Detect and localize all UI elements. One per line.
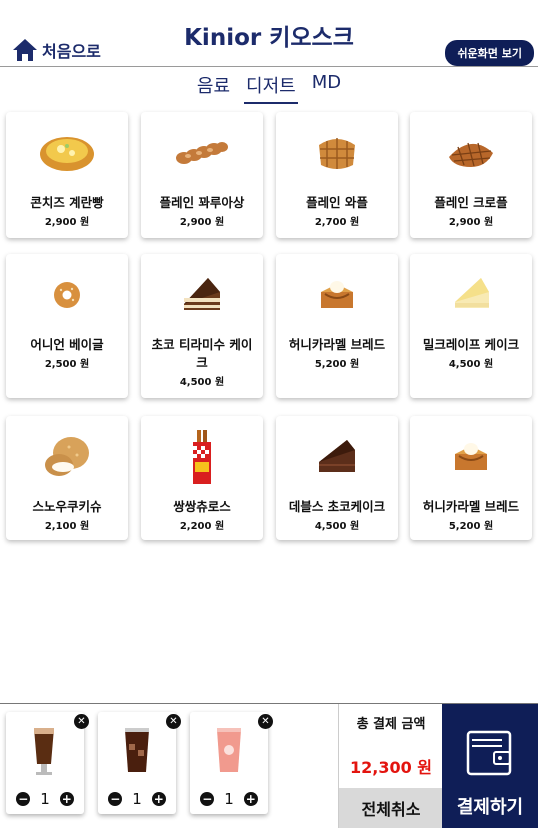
product-card[interactable]: 쌍쌍츄로스 2,200 원 (141, 416, 263, 540)
increase-button[interactable]: + (151, 792, 166, 806)
twist-pastry-icon (141, 112, 263, 194)
product-card[interactable]: 허니카라멜 브레드 5,200 원 (276, 254, 398, 398)
tab-dessert[interactable]: 디저트 (244, 70, 298, 104)
product-card[interactable]: 어니언 베이글 2,500 원 (6, 254, 128, 398)
easy-view-button[interactable]: 쉬운화면 보기 (445, 40, 534, 66)
product-price: 4,500 원 (179, 377, 225, 388)
cancel-all-button[interactable]: 전체취소 (339, 788, 443, 828)
total-summary: 총 결제 금액 12,300 원 전체취소 (338, 704, 443, 828)
product-price: 4,500 원 (448, 359, 494, 370)
decrease-button[interactable]: − (200, 792, 215, 806)
remove-item-button[interactable]: ✕ (166, 714, 181, 729)
increase-button[interactable]: + (243, 792, 258, 806)
product-card[interactable]: 밀크레이프 케이크 4,500 원 (410, 254, 532, 398)
iced-coffee-icon (122, 726, 152, 780)
product-card[interactable]: 플레인 꽈루아상 2,900 원 (141, 112, 263, 238)
product-price: 2,100 원 (44, 521, 90, 532)
quantity-value: 1 (132, 790, 142, 808)
croffle-icon (410, 112, 532, 194)
product-price: 2,900 원 (179, 217, 225, 228)
product-name: 쌍쌍츄로스 (173, 499, 231, 514)
dark-beverage-glass-icon (30, 726, 58, 782)
product-price: 2,500 원 (44, 359, 90, 370)
product-price: 2,900 원 (448, 217, 494, 228)
product-name: 허니카라멜 브레드 (422, 499, 520, 514)
cream-puff-icon (6, 416, 128, 498)
product-card[interactable]: 콘치즈 계란빵 2,900 원 (6, 112, 128, 238)
decrease-button[interactable]: − (16, 792, 31, 806)
product-card[interactable]: 허니카라멜 브레드 5,200 원 (410, 416, 532, 540)
product-name: 어니언 베이글 (30, 337, 104, 352)
product-price: 2,700 원 (314, 217, 360, 228)
total-label: 총 결제 금액 (356, 717, 426, 732)
quantity-stepper: − 1 + (98, 790, 176, 808)
tiramisu-cake-icon (141, 254, 263, 336)
crepe-cake-icon (410, 254, 532, 336)
product-name: 초코 티라미수 케이크 (151, 337, 253, 370)
wallet-icon (464, 724, 514, 782)
product-card[interactable]: 플레인 와플 2,700 원 (276, 112, 398, 238)
decrease-button[interactable]: − (108, 792, 123, 806)
product-price: 5,200 원 (314, 359, 360, 370)
product-name: 밀크레이프 케이크 (422, 337, 520, 352)
chocolate-cake-icon (276, 416, 398, 498)
product-name: 플레인 꽈루아상 (159, 195, 245, 210)
pay-label: 결제하기 (456, 797, 524, 818)
honey-bread-icon (410, 416, 532, 498)
product-price: 4,500 원 (314, 521, 360, 532)
product-price: 2,900 원 (44, 217, 90, 228)
product-name: 플레인 와플 (306, 195, 368, 210)
cart-list: ✕ − 1 + ✕ − 1 + ✕ − 1 + (0, 704, 338, 828)
quantity-stepper: − 1 + (6, 790, 84, 808)
cart-item: ✕ − 1 + (190, 712, 273, 814)
tab-drinks[interactable]: 음료 (195, 70, 232, 104)
bagel-icon (6, 254, 128, 336)
product-name: 플레인 크로플 (434, 195, 508, 210)
product-card[interactable]: 플레인 크로플 2,900 원 (410, 112, 532, 238)
tab-md[interactable]: MD (310, 70, 343, 104)
product-name: 스노우쿠키슈 (32, 499, 102, 514)
honey-bread-icon (276, 254, 398, 336)
quantity-value: 1 (40, 790, 50, 808)
cart-item: ✕ − 1 + (6, 712, 89, 814)
product-price: 2,200 원 (179, 521, 225, 532)
remove-item-button[interactable]: ✕ (74, 714, 89, 729)
product-card[interactable]: 초코 티라미수 케이크 4,500 원 (141, 254, 263, 398)
product-name: 데블스 초코케이크 (288, 499, 386, 514)
product-name: 콘치즈 계란빵 (30, 195, 104, 210)
order-bar: ✕ − 1 + ✕ − 1 + ✕ − 1 + 총 결제 금액 12,300 원… (0, 703, 538, 828)
increase-button[interactable]: + (59, 792, 74, 806)
churros-icon (141, 416, 263, 498)
product-price: 5,200 원 (448, 521, 494, 532)
quantity-value: 1 (224, 790, 234, 808)
quantity-stepper: − 1 + (190, 790, 268, 808)
waffle-icon (276, 112, 398, 194)
bread-icon (6, 112, 128, 194)
remove-item-button[interactable]: ✕ (258, 714, 273, 729)
category-tabs: 음료 디저트 MD (0, 70, 538, 104)
product-name: 허니카라멜 브레드 (288, 337, 386, 352)
product-card[interactable]: 데블스 초코케이크 4,500 원 (276, 416, 398, 540)
pay-button[interactable]: 결제하기 (442, 704, 538, 828)
product-card[interactable]: 스노우쿠키슈 2,100 원 (6, 416, 128, 540)
header: 처음으로 Kinior 키오스크 쉬운화면 보기 (0, 0, 538, 67)
pink-smoothie-icon (214, 726, 244, 780)
total-value: 12,300 원 (349, 758, 433, 777)
cart-item: ✕ − 1 + (98, 712, 181, 814)
